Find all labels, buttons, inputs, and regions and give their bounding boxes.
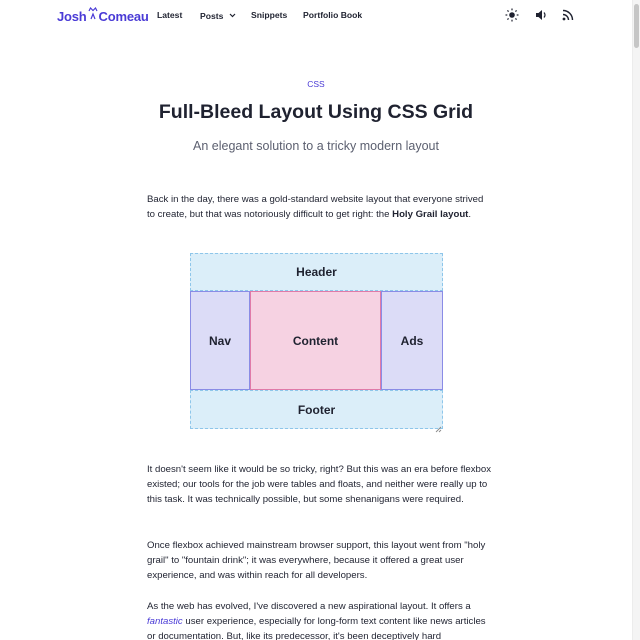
diagram-footer-cell: Footer <box>190 390 443 429</box>
site-header: Josh Comeau Latest Posts Snippets Portfol… <box>0 0 632 32</box>
nav-portfolio-book[interactable]: Portfolio Book <box>303 10 362 20</box>
scrollbar[interactable] <box>632 0 640 640</box>
nav-latest[interactable]: Latest <box>157 10 182 20</box>
logo-crown-icon <box>87 6 99 24</box>
diagram-content-cell: Content <box>250 291 381 390</box>
nav-posts[interactable]: Posts <box>200 10 236 21</box>
rss-icon[interactable] <box>561 8 575 22</box>
diagram-ads-cell: Ads <box>381 291 443 390</box>
article-category[interactable]: CSS <box>0 79 632 89</box>
volume-icon[interactable] <box>534 8 548 22</box>
paragraph-2: It doesn't seem like it would be so tric… <box>147 464 491 505</box>
chevron-down-icon <box>229 10 236 20</box>
diagram-header-cell: Header <box>190 253 443 291</box>
site-logo[interactable]: Josh Comeau <box>57 6 149 24</box>
page-subtitle: An elegant solution to a tricky modern l… <box>193 139 439 153</box>
page-title: Full-Bleed Layout Using CSS Grid <box>158 101 474 123</box>
sun-icon[interactable] <box>505 8 519 22</box>
holy-grail-diagram: Header Nav Content Ads Footer <box>190 253 443 433</box>
holy-grail-term: Holy Grail layout <box>392 209 469 220</box>
paragraph-4: As the web has evolved, I've discovered … <box>147 599 492 640</box>
fantastic-emphasis: fantastic <box>147 616 183 627</box>
diagram-nav-cell: Nav <box>190 291 250 390</box>
nav-posts-label: Posts <box>200 11 224 21</box>
paragraph-4-start: As the web has evolved, I've discovered … <box>147 601 471 612</box>
resize-handle-icon[interactable] <box>434 420 442 433</box>
logo-second: Comeau <box>98 9 149 24</box>
logo-first: Josh <box>57 9 87 24</box>
scrollbar-thumb[interactable] <box>634 4 639 48</box>
nav-snippets[interactable]: Snippets <box>251 10 287 20</box>
paragraph-intro: Back in the day, there was a gold-standa… <box>147 192 492 222</box>
paragraph-3: Once flexbox achieved mainstream browser… <box>147 540 486 581</box>
paragraph-intro-end: . <box>468 209 472 220</box>
paragraph-4-end: user experience, especially for long-for… <box>147 616 486 640</box>
